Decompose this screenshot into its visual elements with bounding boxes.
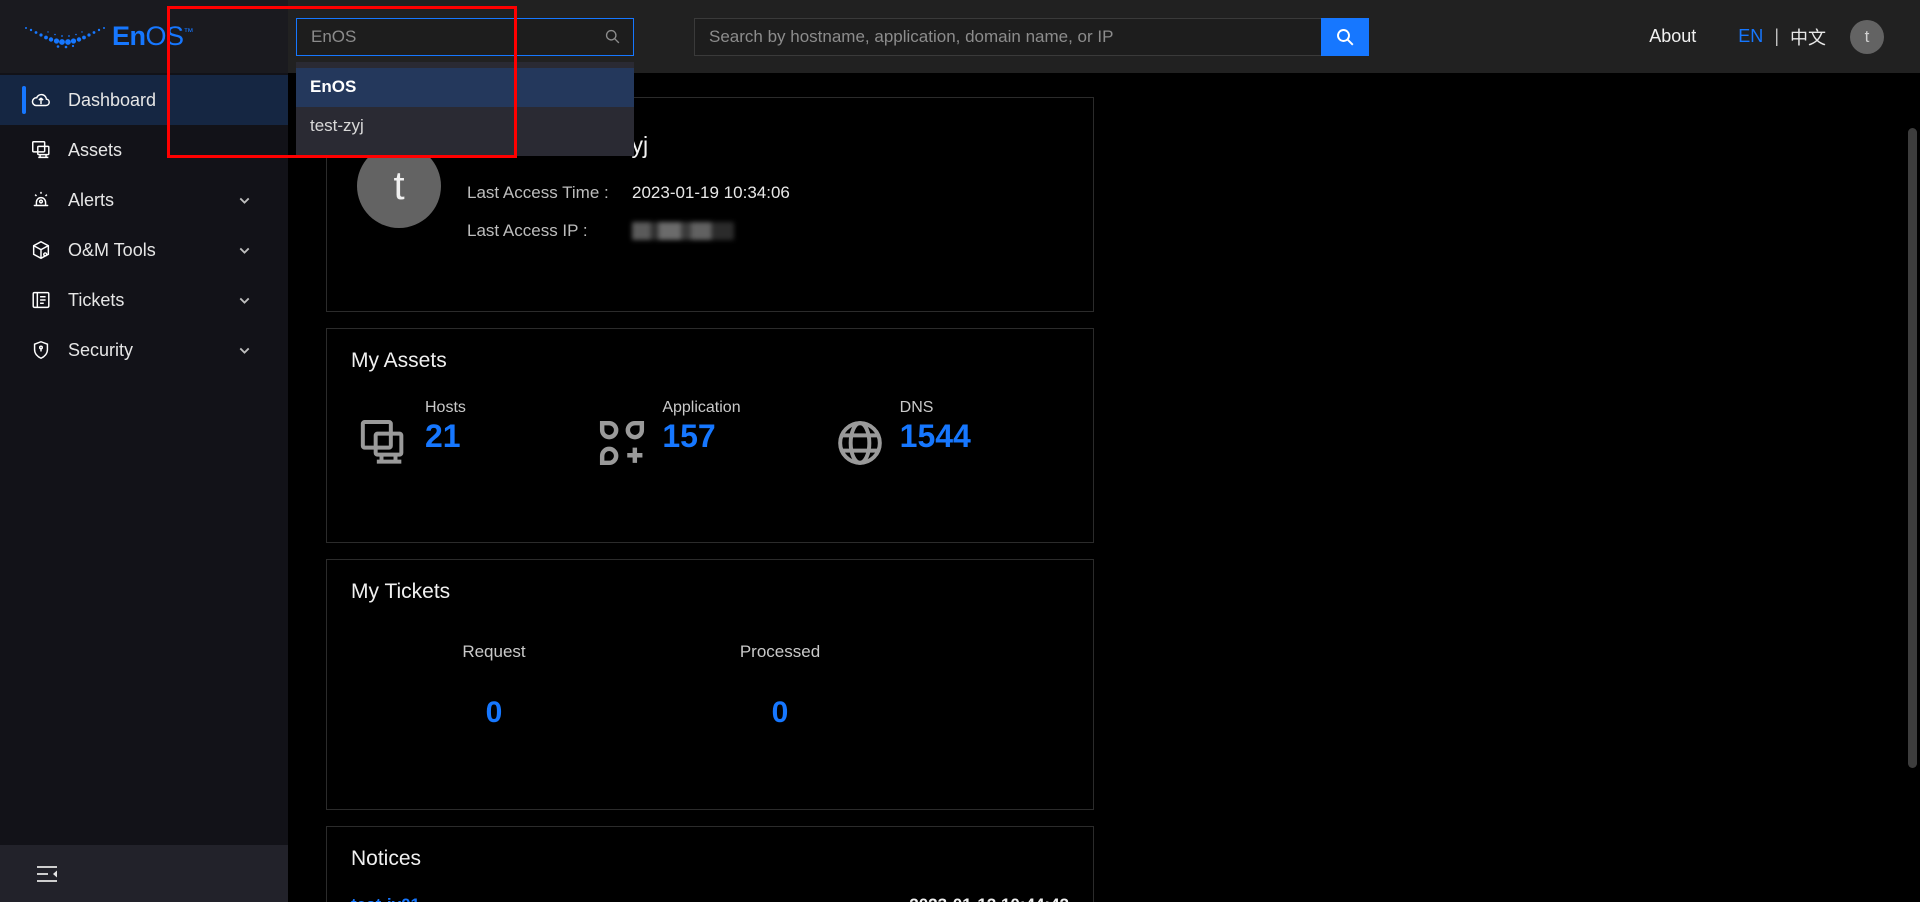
ticket-label: Processed [739, 642, 821, 661]
sidebar-item-label: Dashboard [68, 89, 157, 110]
dashboard-grid: t Welcome, test-zyj Last Access Time : 2… [326, 97, 1868, 902]
dashboard-main: t Welcome, test-zyj Last Access Time : 2… [288, 73, 1920, 902]
notices-card: Notices test-jy01 2023-01-12 10:44:42 11… [326, 826, 1094, 902]
application-icon [600, 420, 645, 466]
shield-lock-icon [33, 340, 49, 360]
sidebar-item-security[interactable]: Security [0, 325, 288, 375]
last-access-time-value: 2023-01-19 10:34:06 [632, 183, 790, 202]
search-icon [605, 29, 620, 44]
avatar[interactable]: t [1850, 19, 1884, 54]
asset-text: Hosts 21 [425, 399, 466, 454]
notice-name[interactable]: test-jy01 [351, 895, 420, 902]
tickets-row: Request 0 Processed 0 [351, 642, 1069, 730]
last-access-time-row: Last Access Time : 2023-01-19 10:34:06 [467, 183, 790, 203]
about-link[interactable]: About [1649, 26, 1696, 47]
chevron-down-icon[interactable] [237, 343, 252, 358]
my-assets-card: My Assets Hosts 21 Application 157 DNS 1… [326, 328, 1094, 543]
sidebar-item-tickets[interactable]: Tickets [0, 275, 288, 325]
language-en-button[interactable]: EN [1738, 26, 1763, 47]
asset-stat-hosts[interactable]: Hosts 21 [357, 399, 594, 471]
logo-text-light: OS [145, 21, 185, 51]
avatar-initial: t [393, 163, 405, 208]
chevron-down-icon[interactable] [237, 293, 252, 308]
chevron-down-icon[interactable] [237, 243, 252, 258]
card-title: My Tickets [351, 580, 451, 603]
logo-text-bold: En [112, 21, 146, 51]
brand-wordmark: EnOS™ [112, 21, 194, 52]
tenant-option-enos[interactable]: EnOS [296, 67, 634, 107]
sidebar-nav: Dashboard Assets Alerts O&M Tools Ticket… [0, 73, 288, 902]
asset-label: DNS [899, 399, 934, 416]
sidebar-item-assets[interactable]: Assets [0, 125, 288, 175]
asset-label: Hosts [425, 399, 466, 416]
globe-icon [837, 421, 882, 465]
search-input[interactable] [694, 17, 1321, 56]
sidebar-item-om-tools[interactable]: O&M Tools [0, 225, 288, 275]
tenant-option-label: EnOS [310, 77, 357, 96]
my-tickets-card: My Tickets Request 0 Processed 0 [326, 559, 1094, 810]
asset-text: Application 157 [662, 399, 740, 454]
asset-stat-dns[interactable]: DNS 1544 [832, 399, 1069, 471]
menu-fold-icon[interactable] [36, 864, 58, 884]
ticket-value: 0 [771, 696, 789, 729]
last-access-ip-label: Last Access IP : [467, 221, 588, 240]
asset-value: 1544 [899, 418, 971, 454]
sidebar-footer [0, 845, 288, 902]
asset-text: DNS 1544 [900, 399, 971, 454]
language-zh-button[interactable]: 中文 [1790, 24, 1826, 50]
tenant-dropdown-list[interactable]: EnOS test-zyj [296, 61, 634, 156]
top-header: EnOS™ EnOS EnOS test-zyj About EN [0, 0, 1920, 156]
search-submit-button[interactable] [1321, 17, 1369, 56]
cloud-upload-icon [31, 93, 50, 107]
hosts-icon [360, 420, 404, 464]
asset-stat-application[interactable]: Application 157 [594, 399, 831, 471]
asset-label: Application [662, 399, 741, 416]
last-access-ip-value-masked [632, 222, 734, 240]
tenant-input-value: EnOS [311, 26, 357, 46]
search-icon [1337, 28, 1354, 45]
assets-row: Hosts 21 Application 157 DNS 1544 [351, 399, 1069, 471]
sidebar-item-label: Alerts [68, 189, 115, 210]
tenant-option-label: test-zyj [310, 116, 364, 135]
chevron-down-icon[interactable] [237, 193, 252, 208]
page-scrollbar-thumb[interactable] [1908, 128, 1917, 768]
last-access-ip-row: Last Access IP : [467, 221, 790, 241]
asset-value: 157 [662, 418, 716, 454]
notice-row[interactable]: test-jy01 2023-01-12 10:44:42 [351, 895, 1069, 902]
header-actions: About EN | 中文 t [1649, 19, 1920, 54]
ticket-stat-request[interactable]: Request 0 [351, 642, 637, 730]
ticket-label: Request [462, 642, 526, 661]
cube-tools-icon [32, 240, 50, 260]
sidebar-item-dashboard[interactable]: Dashboard [0, 75, 288, 125]
monitor-icon [32, 141, 50, 159]
global-search[interactable] [694, 17, 1369, 56]
last-access-time-label: Last Access Time : [467, 183, 609, 202]
tenant-option-test-zyj[interactable]: test-zyj [296, 107, 634, 146]
sidebar-item-label: Tickets [68, 289, 125, 310]
notice-date: 2023-01-12 10:44:42 [909, 895, 1069, 902]
alarm-lamp-icon [33, 191, 49, 207]
avatar-initial: t [1864, 26, 1870, 46]
sidebar-item-label: Assets [68, 139, 123, 160]
ticket-value: 0 [485, 696, 503, 729]
sidebar-item-label: O&M Tools [68, 239, 156, 260]
enos-swoosh-icon [25, 26, 105, 48]
sidebar-item-alerts[interactable]: Alerts [0, 175, 288, 225]
sidebar-item-label: Security [68, 339, 134, 360]
brand-logo[interactable]: EnOS™ [0, 0, 288, 73]
card-title: Notices [351, 847, 422, 870]
logo-trademark: ™ [183, 27, 194, 38]
tenant-input-box[interactable]: EnOS [296, 17, 634, 56]
language-divider: | [1774, 26, 1779, 46]
ticket-stat-processed[interactable]: Processed 0 [637, 642, 923, 730]
tenant-selector[interactable]: EnOS EnOS test-zyj [296, 17, 634, 156]
avatar: t [357, 144, 441, 228]
asset-value: 21 [425, 418, 461, 454]
ticket-list-icon [32, 291, 50, 309]
card-title: My Assets [351, 349, 447, 372]
